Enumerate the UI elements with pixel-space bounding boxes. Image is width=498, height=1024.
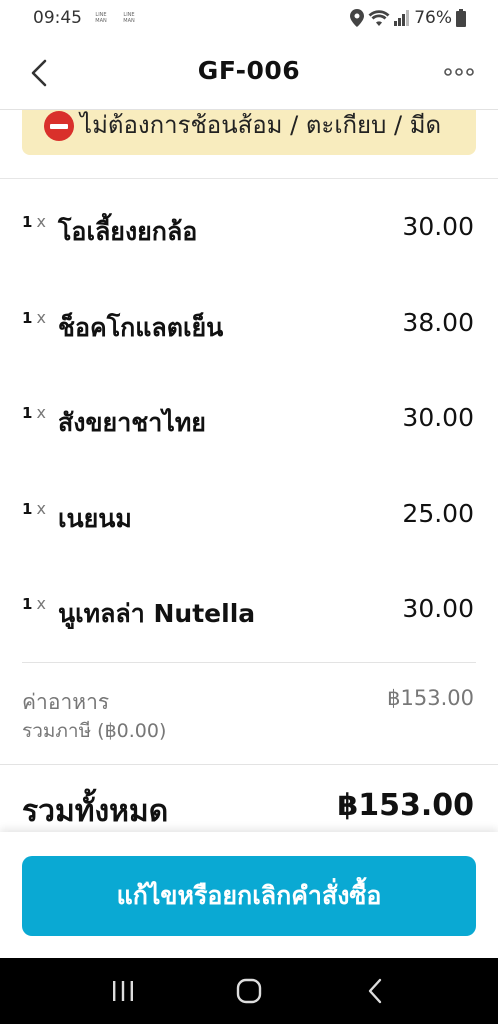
total-label: รวมทั้งหมด: [22, 794, 169, 829]
notification-badge: LINE MAN: [123, 12, 135, 24]
divider: [0, 178, 498, 179]
subtotal-label: ค่าอาหาร: [22, 690, 110, 714]
order-note-text: ไม่ต้องการช้อนส้อม / ตะเกียบ / มีด: [80, 111, 442, 139]
notification-badge: LINE MAN: [95, 12, 107, 24]
edit-or-cancel-order-button[interactable]: แก้ไขหรือยกเลิกคำสั่งซื้อ: [22, 856, 476, 936]
item-quantity: 1x: [22, 308, 46, 327]
action-panel: แก้ไขหรือยกเลิกคำสั่งซื้อ: [0, 832, 498, 958]
wifi-icon: [368, 9, 390, 27]
home-icon: [236, 978, 262, 1004]
tax-label: รวมภาษี (฿0.00): [22, 720, 167, 742]
item-quantity: 1x: [22, 499, 46, 518]
divider: [0, 764, 498, 765]
subtotal-value: ฿153.00: [387, 686, 474, 710]
system-back-button[interactable]: [355, 971, 395, 1011]
order-item: 1x นูเทลล่า Nutella 30.00: [0, 592, 498, 632]
chevron-left-icon: [368, 978, 382, 1004]
order-item: 1x เนยนม 25.00: [0, 497, 498, 537]
no-entry-icon: [44, 111, 74, 141]
item-price: 25.00: [402, 499, 474, 528]
home-button[interactable]: [229, 971, 269, 1011]
item-name: นูเทลล่า Nutella: [58, 599, 256, 628]
order-item: 1x ช็อคโกแลตเย็น 38.00: [0, 306, 498, 346]
divider: [22, 662, 476, 663]
item-price: 30.00: [402, 594, 474, 623]
recent-apps-icon: [113, 981, 133, 1001]
status-bar: 09:45 LINE MAN LINE MAN 76%: [0, 0, 498, 36]
item-quantity: 1x: [22, 212, 46, 231]
item-price: 30.00: [402, 403, 474, 432]
recent-apps-button[interactable]: [103, 971, 143, 1011]
item-price: 38.00: [402, 308, 474, 337]
item-name: สังขยาชาไทย: [58, 408, 206, 437]
item-quantity: 1x: [22, 594, 46, 613]
app-header: GF-006: [0, 36, 498, 110]
system-nav-bar: [0, 958, 498, 1024]
signal-icon: [394, 10, 410, 26]
total-value: ฿153.00: [337, 788, 474, 823]
page-title: GF-006: [197, 56, 301, 85]
battery-level: 76%: [414, 8, 452, 28]
item-name: เนยนม: [58, 504, 132, 533]
more-options-button[interactable]: [442, 62, 476, 82]
item-price: 30.00: [402, 212, 474, 241]
more-horizontal-icon: [444, 68, 474, 76]
clock: 09:45: [33, 8, 82, 28]
order-item: 1x สังขยาชาไทย 30.00: [0, 401, 498, 441]
item-quantity: 1x: [22, 403, 46, 422]
order-item: 1x โอเลี้ยงยกล้อ 30.00: [0, 210, 498, 250]
item-name: โอเลี้ยงยกล้อ: [58, 217, 198, 246]
battery-icon: [456, 9, 466, 27]
location-icon: [350, 9, 365, 27]
order-detail-screen: 09:45 LINE MAN LINE MAN 76% ไม่ต้องการช้…: [0, 0, 498, 1024]
item-name: ช็อคโกแลตเย็น: [58, 313, 224, 342]
